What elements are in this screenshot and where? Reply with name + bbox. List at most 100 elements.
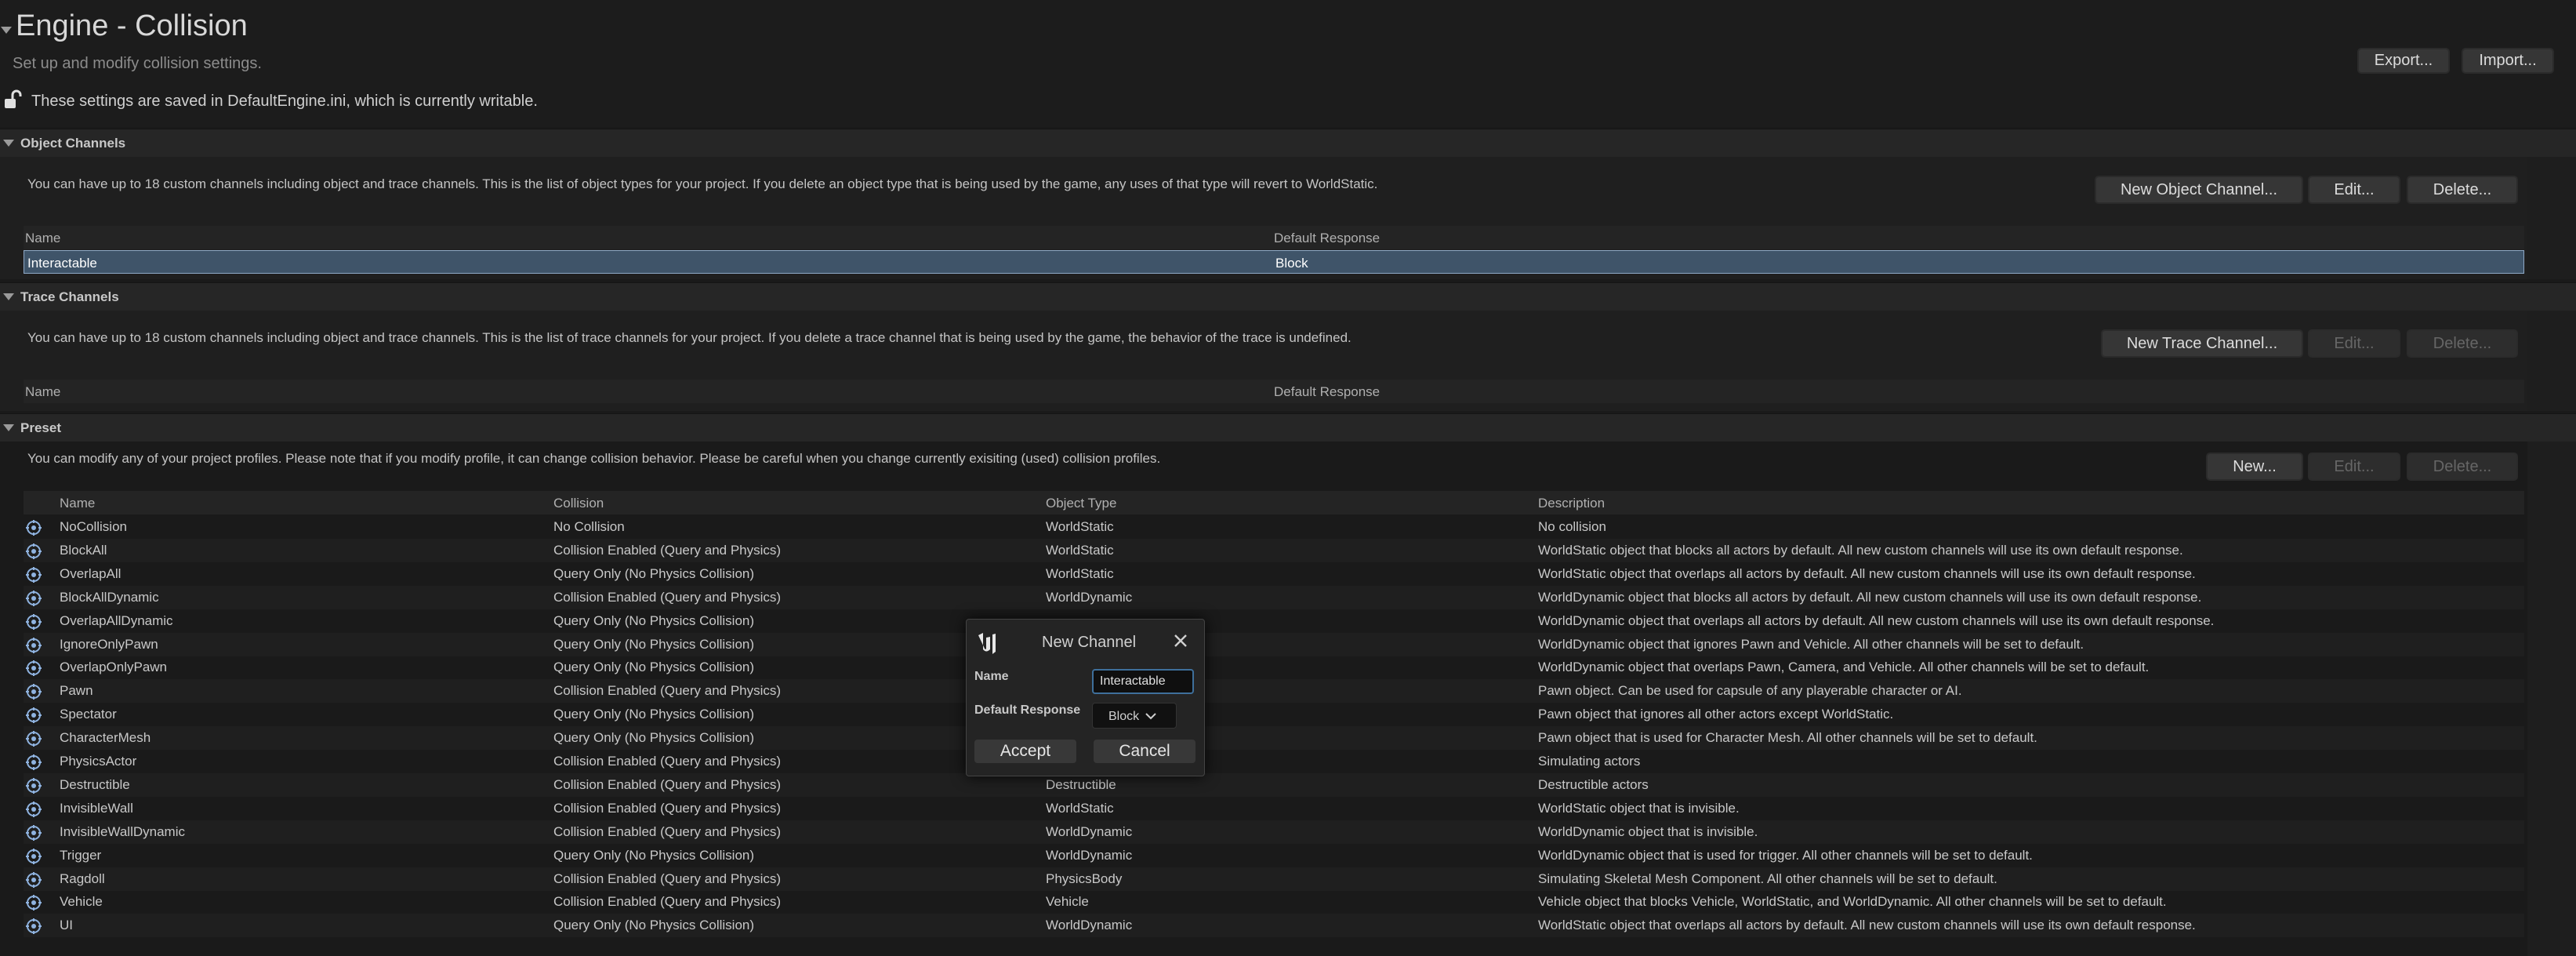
table-row[interactable]: PhysicsActor Collision Enabled (Query and…: [24, 750, 2524, 773]
preset-object-type: WorldDynamic: [1046, 823, 1133, 839]
preset-header[interactable]: Preset: [0, 413, 2576, 442]
new-channel-dialog: New Channel Name Default Response Block …: [966, 619, 1205, 776]
collapse-arrow-icon[interactable]: [3, 293, 14, 300]
export-button[interactable]: Export...: [2357, 48, 2450, 74]
preset-description: Destructible actors: [1538, 776, 1649, 792]
column-default-response[interactable]: Default Response: [1274, 384, 1380, 400]
preset-description: WorldDynamic object that blocks all acto…: [1538, 589, 2202, 605]
section-title: Trace Channels: [20, 289, 119, 304]
preset-name: Destructible: [60, 776, 130, 792]
preset-collision: Query Only (No Physics Collision): [553, 730, 755, 746]
delete-object-channel-button[interactable]: Delete...: [2407, 176, 2518, 204]
preset-object-type: WorldStatic: [1046, 800, 1114, 816]
preset-name: NoCollision: [60, 519, 127, 534]
preset-description: Pawn object that is used for Character M…: [1538, 730, 2037, 746]
preset-description: WorldStatic object that overlaps all act…: [1538, 565, 2196, 581]
preset-name: CharacterMesh: [60, 730, 151, 746]
collision-profile-icon: [25, 613, 42, 631]
table-row[interactable]: InvisibleWallDynamic Collision Enabled (Q…: [24, 820, 2524, 844]
collapse-arrow-icon[interactable]: [3, 424, 14, 431]
trace-channels-header[interactable]: Trace Channels: [0, 282, 2576, 311]
table-row[interactable]: Spectator Query Only (No Physics Collisio…: [24, 703, 2524, 726]
preset-collision: Collision Enabled (Query and Physics): [553, 823, 782, 839]
collapse-arrow-icon[interactable]: [1, 27, 12, 34]
table-row[interactable]: BlockAllDynamic Collision Enabled (Query …: [24, 585, 2524, 609]
preset-description: WorldStatic object that is invisible.: [1538, 800, 1740, 816]
preset-description: No collision: [1538, 519, 1606, 534]
preset-description: WorldStatic object that blocks all actor…: [1538, 542, 2183, 558]
new-trace-channel-button[interactable]: New Trace Channel...: [2101, 329, 2303, 358]
preset-collision: Collision Enabled (Query and Physics): [553, 871, 782, 886]
column-default-response[interactable]: Default Response: [1274, 231, 1380, 246]
table-row[interactable]: IgnoreOnlyPawn Query Only (No Physics Col…: [24, 632, 2524, 656]
preset-description: Pawn object that ignores all other actor…: [1538, 707, 1894, 722]
channel-response: Block: [1275, 256, 1308, 271]
section-title: Object Channels: [20, 136, 126, 151]
preset-collision: Query Only (No Physics Collision): [553, 612, 755, 628]
table-row[interactable]: UI Query Only (No Physics Collision) World…: [24, 914, 2524, 938]
unlock-icon: [5, 89, 22, 108]
column-name[interactable]: Name: [25, 384, 60, 400]
preset-description: WorldDynamic object that overlaps all ac…: [1538, 612, 2215, 628]
collision-profile-icon: [25, 566, 42, 583]
collision-profile-icon: [25, 918, 42, 935]
preset-collision: Query Only (No Physics Collision): [553, 565, 755, 581]
preset-description: Simulating Skeletal Mesh Component. All …: [1538, 871, 1997, 886]
preset-table: NoCollision No Collision WorldStatic No col…: [0, 442, 2527, 956]
table-row[interactable]: OverlapAllDynamic Query Only (No Physics …: [24, 609, 2524, 633]
preset-panel: You can modify any of your project profi…: [0, 442, 2527, 956]
preset-object-type: WorldDynamic: [1046, 918, 1133, 933]
preset-collision: Query Only (No Physics Collision): [553, 918, 755, 933]
name-label: Name: [974, 670, 1009, 683]
section-title: Preset: [20, 420, 61, 435]
table-row[interactable]: Ragdoll Collision Enabled (Query and Phys…: [24, 867, 2524, 891]
table-row[interactable]: Pawn Collision Enabled (Query and Physics…: [24, 679, 2524, 703]
edit-trace-channel-button[interactable]: Edit...: [2308, 329, 2400, 358]
import-button[interactable]: Import...: [2462, 48, 2554, 74]
column-name[interactable]: Name: [25, 231, 60, 246]
table-row[interactable]: NoCollision No Collision WorldStatic No col…: [24, 515, 2524, 539]
preset-name: OverlapAll: [60, 565, 122, 581]
preset-description: WorldDynamic object that overlaps Pawn, …: [1538, 660, 2150, 675]
table-row[interactable]: OverlapAll Query Only (No Physics Collisi…: [24, 562, 2524, 586]
preset-collision: Collision Enabled (Query and Physics): [553, 894, 782, 910]
default-response-select[interactable]: Block: [1092, 703, 1177, 729]
collision-profile-icon: [25, 871, 42, 889]
table-row[interactable]: CharacterMesh Query Only (No Physics Coll…: [24, 726, 2524, 751]
default-response-label: Default Response: [974, 703, 1081, 717]
preset-name: BlockAll: [60, 542, 107, 558]
cancel-button[interactable]: Cancel: [1094, 740, 1195, 763]
table-row[interactable]: InvisibleWall Collision Enabled (Query an…: [24, 797, 2524, 820]
table-row[interactable]: BlockAll Collision Enabled (Query and Phy…: [24, 538, 2524, 562]
preset-name: InvisibleWallDynamic: [60, 823, 185, 839]
channel-name-input[interactable]: [1092, 669, 1194, 694]
preset-collision: Collision Enabled (Query and Physics): [553, 800, 782, 816]
table-row[interactable]: Destructible Collision Enabled (Query and…: [24, 772, 2524, 797]
collision-profile-icon: [25, 660, 42, 677]
delete-trace-channel-button[interactable]: Delete...: [2407, 329, 2518, 358]
object-channels-header[interactable]: Object Channels: [0, 129, 2576, 157]
collapse-arrow-icon[interactable]: [3, 140, 14, 147]
table-row[interactable]: Interactable Block: [24, 250, 2524, 274]
table-row[interactable]: OverlapOnlyPawn Query Only (No Physics Co…: [24, 656, 2524, 679]
preset-object-type: WorldStatic: [1046, 542, 1114, 558]
collision-profile-icon: [25, 801, 42, 818]
chevron-down-icon: [1145, 713, 1156, 720]
preset-object-type: Vehicle: [1046, 894, 1089, 910]
collision-profile-icon: [25, 848, 42, 865]
table-row[interactable]: Trigger Query Only (No Physics Collision)…: [24, 844, 2524, 867]
preset-name: Ragdoll: [60, 871, 105, 886]
accept-button[interactable]: Accept: [974, 740, 1076, 763]
collision-profile-icon: [25, 777, 42, 794]
object-channels-description: You can have up to 18 custom channels in…: [27, 176, 1378, 191]
collision-profile-icon: [25, 754, 42, 771]
close-icon[interactable]: [1172, 632, 1189, 649]
preset-description: WorldDynamic object that is used for tri…: [1538, 847, 2033, 863]
preset-collision: Query Only (No Physics Collision): [553, 707, 755, 722]
channel-name: Interactable: [27, 256, 97, 271]
new-object-channel-button[interactable]: New Object Channel...: [2095, 176, 2303, 204]
preset-name: PhysicsActor: [60, 754, 137, 769]
edit-object-channel-button[interactable]: Edit...: [2308, 176, 2400, 204]
preset-description: Vehicle object that blocks Vehicle, Worl…: [1538, 894, 2167, 910]
table-row[interactable]: Vehicle Collision Enabled (Query and Phys…: [24, 890, 2524, 914]
